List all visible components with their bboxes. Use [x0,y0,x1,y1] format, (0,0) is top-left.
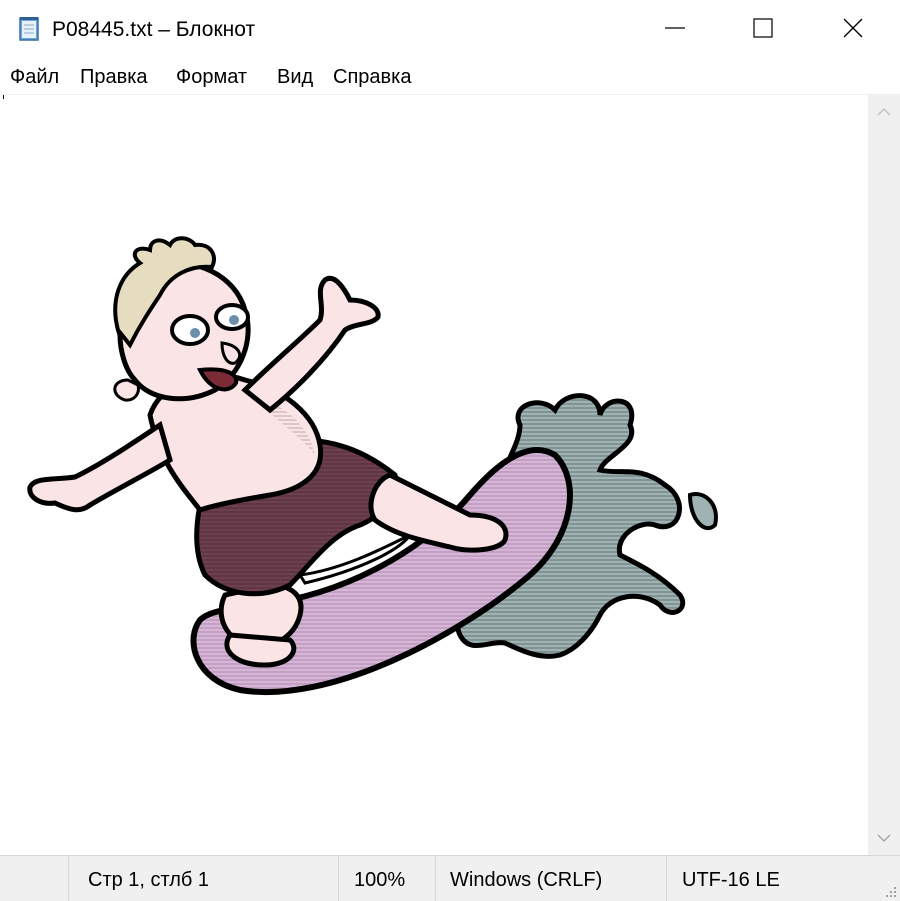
menu-view[interactable]: Вид [275,64,315,90]
menu-help[interactable]: Справка [331,64,413,90]
menu-format[interactable]: Формат [174,64,249,90]
text-editor-area[interactable] [0,95,868,855]
status-separator [435,856,436,901]
status-separator [68,856,69,901]
boy-left-arm [27,421,173,513]
surfer-boy-illustration [27,236,718,696]
maximize-button[interactable] [718,0,810,58]
status-separator [666,856,667,901]
status-zoom: 100% [354,869,406,891]
notepad-window: P08445.txt – Блокнот Файл Правка Формат … [0,0,900,901]
chevron-down-icon [877,834,891,843]
resize-grip-icon[interactable] [884,885,898,899]
title-bar[interactable]: P08445.txt – Блокнот [0,0,900,58]
status-encoding: UTF-16 LE [682,869,780,891]
status-separator [338,856,339,901]
status-cursor-position: Стр 1, стлб 1 [88,869,210,891]
window-title: P08445.txt – Блокнот [52,18,256,41]
close-button[interactable] [808,0,900,58]
menu-edit[interactable]: Правка [78,64,150,90]
minimize-button[interactable] [630,0,722,58]
scroll-down-button[interactable] [868,821,900,855]
notepad-icon [19,17,39,41]
boy-right-arm [241,275,381,414]
maximize-icon [753,18,773,38]
boy-left-leg [218,582,304,668]
status-line-endings: Windows (CRLF) [450,869,603,891]
chevron-up-icon [877,107,891,116]
vertical-scrollbar[interactable] [868,95,900,855]
minimize-icon [665,27,685,29]
status-bar: Стр 1, стлб 1 100% Windows (CRLF) UTF-16… [0,855,900,901]
close-icon [843,18,863,38]
menu-bar: Файл Правка Формат Вид Справка [0,58,900,95]
boy-head [113,236,251,402]
scroll-up-button[interactable] [868,95,900,129]
menu-file[interactable]: Файл [8,64,61,90]
